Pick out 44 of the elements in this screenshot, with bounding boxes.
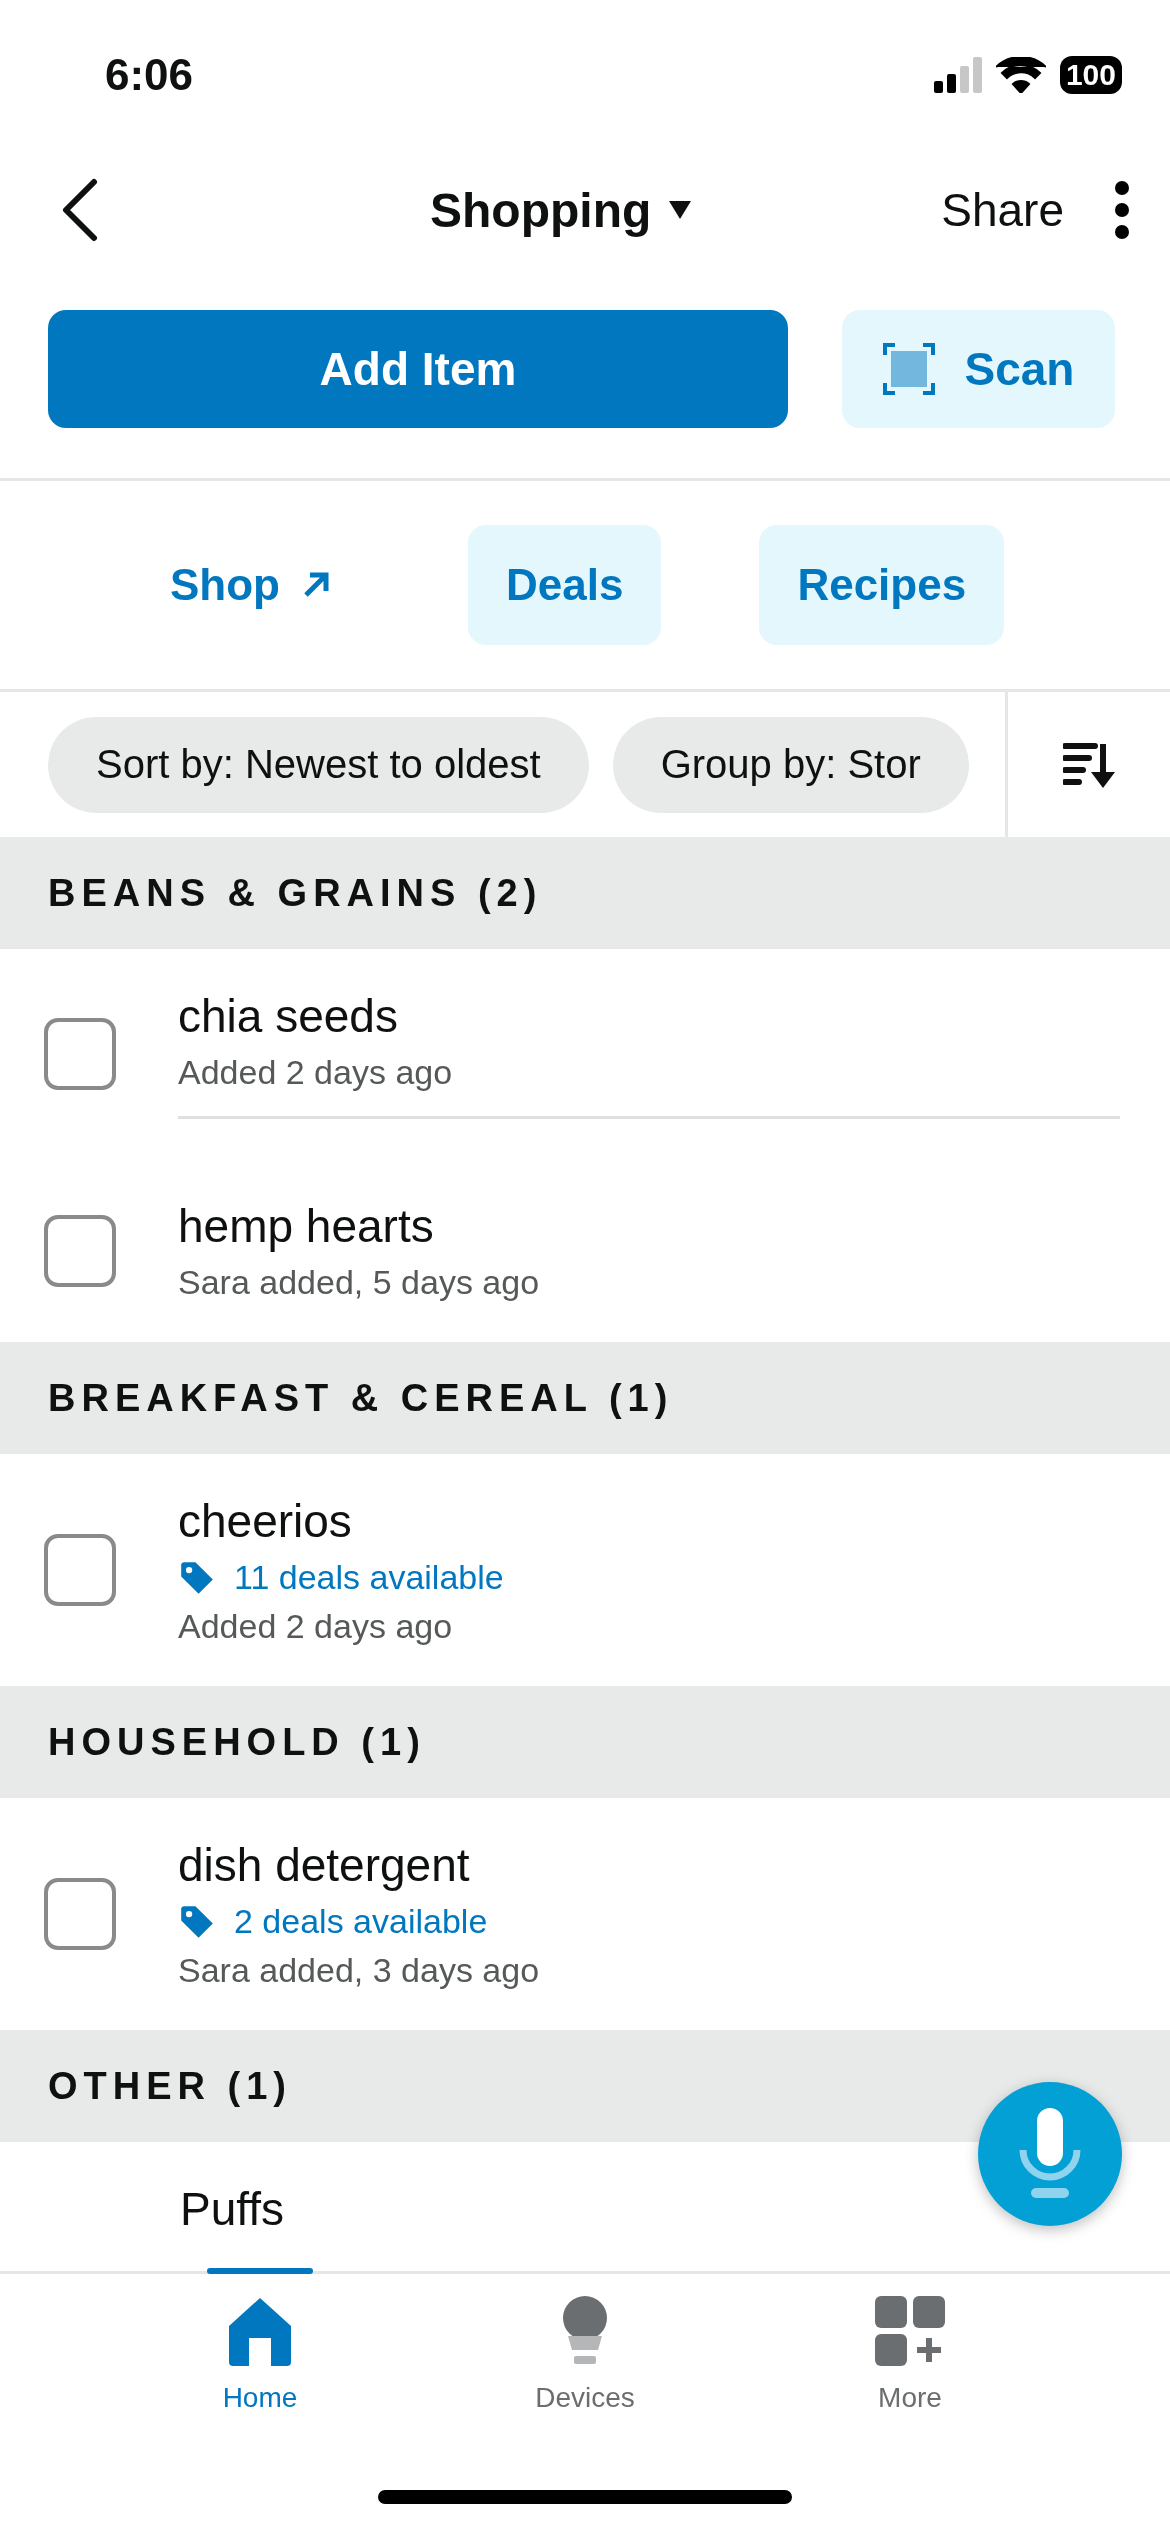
- wifi-icon: [995, 57, 1046, 93]
- filter-chip[interactable]: Sort by: Newest to oldest: [48, 716, 589, 813]
- shop-link[interactable]: Shop: [110, 525, 370, 645]
- add-item-button[interactable]: Add Item: [48, 310, 788, 428]
- section-header: OTHER (1): [0, 2030, 1170, 2142]
- share-button[interactable]: Share: [941, 183, 1064, 237]
- nav-tab[interactable]: Home: [97, 2268, 423, 2468]
- list-title-dropdown[interactable]: Shopping: [430, 182, 692, 238]
- battery-indicator: 100: [1059, 56, 1122, 94]
- checkbox[interactable]: [44, 1534, 116, 1606]
- external-arrow-icon: [302, 571, 330, 599]
- checkbox[interactable]: [44, 1878, 116, 1950]
- back-button[interactable]: [60, 178, 100, 242]
- more-options-icon[interactable]: [1114, 180, 1130, 240]
- item-name: cheerios: [178, 1494, 353, 1548]
- section-header: HOUSEHOLD (1): [0, 1686, 1170, 1798]
- signal-icon: [933, 57, 982, 93]
- item-name: hemp hearts: [178, 1199, 435, 1253]
- lightbulb-icon: [562, 2296, 608, 2366]
- item-name: Puffs: [180, 2182, 285, 2236]
- item-name: dish detergent: [178, 1838, 471, 1892]
- checkbox[interactable]: [44, 1214, 116, 1287]
- home-icon: [227, 2296, 293, 2366]
- link-button[interactable]: Recipes: [759, 525, 1005, 645]
- checkbox[interactable]: [44, 1018, 116, 1090]
- link-button[interactable]: Deals: [468, 525, 662, 645]
- scan-icon: [882, 343, 935, 395]
- status-time: 6:06: [105, 50, 194, 100]
- item-added-info: Added 2 days ago: [178, 1607, 454, 1646]
- nav-tab[interactable]: Devices: [422, 2268, 748, 2468]
- item-added-info: Sara added, 3 days ago: [178, 1951, 541, 1990]
- apps-icon: [875, 2296, 945, 2366]
- item-added-info: Sara added, 5 days ago: [178, 1263, 541, 1302]
- section-header: BREAKFAST & CEREAL (1): [0, 1342, 1170, 1454]
- caret-icon: [669, 201, 692, 219]
- filter-chip[interactable]: Group by: Stor: [612, 716, 969, 813]
- sort-icon: [1063, 741, 1115, 788]
- scan-button[interactable]: Scan: [842, 310, 1115, 428]
- nav-tab[interactable]: More: [747, 2268, 1073, 2468]
- deals-link[interactable]: 2 deals available: [178, 1902, 488, 1941]
- item-name: chia seeds: [178, 989, 399, 1043]
- deals-link[interactable]: 11 deals available: [178, 1558, 504, 1597]
- section-header: BEANS & GRAINS (2): [0, 837, 1170, 949]
- item-added-info: Added 2 days ago: [178, 1053, 454, 1092]
